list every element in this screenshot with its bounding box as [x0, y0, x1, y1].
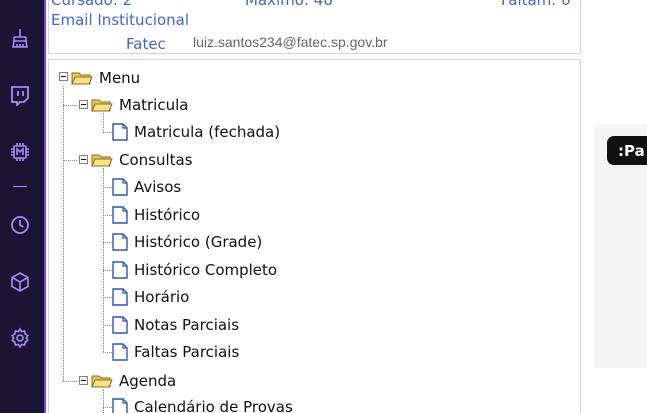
- email-label-line2: Fatec: [126, 35, 166, 53]
- folder-open-icon: [91, 154, 113, 167]
- tree-label-historico-grade: Histórico (Grade): [134, 233, 263, 251]
- tree-item-notas-parciais[interactable]: Notas Parciais: [112, 315, 239, 335]
- folder-open-icon: [71, 72, 93, 85]
- tree-label-faltas-parciais: Faltas Parciais: [134, 343, 240, 361]
- overlay-badge[interactable]: :Pa: [607, 136, 647, 165]
- cube-icon[interactable]: [6, 268, 34, 296]
- tree-line: [63, 381, 77, 382]
- broom-icon[interactable]: [6, 24, 34, 52]
- email-label-line1: Email Institucional: [51, 11, 190, 29]
- tree-line: [103, 132, 112, 133]
- folder-open-icon: [91, 99, 113, 112]
- sidebar-separator: [13, 186, 27, 187]
- gear-icon[interactable]: [6, 324, 34, 352]
- tree-label-consultas: Consultas: [119, 151, 193, 169]
- tree-line: [103, 297, 112, 298]
- tree-node-agenda[interactable]: Agenda: [91, 371, 176, 391]
- tree-item-matricula-fechada[interactable]: Matricula (fechada): [112, 122, 280, 142]
- twitch-icon[interactable]: [6, 81, 34, 109]
- document-icon: [112, 233, 128, 251]
- tree-label-horario: Horário: [134, 288, 190, 306]
- document-icon: [112, 398, 128, 413]
- tree-line: [63, 86, 64, 381]
- tree-label-calendario-provas: Calendário de Provas: [134, 398, 293, 413]
- tree-node-matricula[interactable]: Matricula: [91, 95, 188, 115]
- document-icon: [112, 123, 128, 141]
- chip-icon[interactable]: [6, 138, 34, 166]
- tree-label-notas-parciais: Notas Parciais: [134, 316, 240, 334]
- tree-line: [103, 325, 112, 326]
- tree-node-menu[interactable]: Menu: [71, 68, 140, 88]
- tree-line: [103, 215, 112, 216]
- document-icon: [112, 206, 128, 224]
- tree-label-agenda: Agenda: [119, 372, 177, 390]
- tree-line: [63, 105, 77, 106]
- tree-item-historico-grade[interactable]: Histórico (Grade): [112, 232, 262, 252]
- clock-icon[interactable]: [6, 211, 34, 239]
- tree-item-calendario-provas[interactable]: Calendário de Provas: [112, 397, 293, 413]
- tree-line: [63, 160, 77, 161]
- tree-label-historico: Histórico: [134, 206, 201, 224]
- collapse-toggle-consultas[interactable]: [79, 155, 88, 164]
- tree-item-avisos[interactable]: Avisos: [112, 177, 181, 197]
- tree-line: [103, 242, 112, 243]
- tree-line: [103, 187, 112, 188]
- tree-node-consultas[interactable]: Consultas: [91, 150, 193, 170]
- document-icon: [112, 288, 128, 306]
- document-icon: [112, 343, 128, 361]
- tree-line: [103, 113, 104, 132]
- tree-line: [103, 407, 112, 408]
- cursado-text: Cursado: 2: [51, 0, 133, 9]
- tree-item-historico-completo[interactable]: Histórico Completo: [112, 260, 277, 280]
- tree-label-historico-completo: Histórico Completo: [134, 261, 278, 279]
- faltam-text: Faltam: 0: [501, 0, 571, 9]
- document-icon: [112, 261, 128, 279]
- email-value: luiz.santos234@fatec.sp.gov.br: [193, 34, 388, 50]
- tree-label-matricula-fechada: Matricula (fechada): [134, 123, 281, 141]
- tree-line: [103, 389, 104, 413]
- tree-label-avisos: Avisos: [134, 178, 182, 196]
- document-icon: [112, 316, 128, 334]
- collapse-toggle-matricula[interactable]: [79, 100, 88, 109]
- tree-label-matricula: Matricula: [119, 96, 189, 114]
- document-icon: [112, 178, 128, 196]
- page-content: Cursado: 2 Máximo: 48 Faltam: 0 Email In…: [46, 0, 582, 413]
- tree-item-horario[interactable]: Horário: [112, 287, 189, 307]
- folder-open-icon: [91, 375, 113, 388]
- tree-label-menu: Menu: [99, 69, 141, 87]
- tree-line: [103, 270, 112, 271]
- collapse-toggle-agenda[interactable]: [79, 376, 88, 385]
- tree-line: [103, 352, 112, 353]
- tree-item-historico[interactable]: Histórico: [112, 205, 200, 225]
- tree-item-faltas-parciais[interactable]: Faltas Parciais: [112, 342, 239, 362]
- collapse-toggle-menu[interactable]: [59, 72, 68, 81]
- maximo-text: Máximo: 48: [245, 0, 333, 9]
